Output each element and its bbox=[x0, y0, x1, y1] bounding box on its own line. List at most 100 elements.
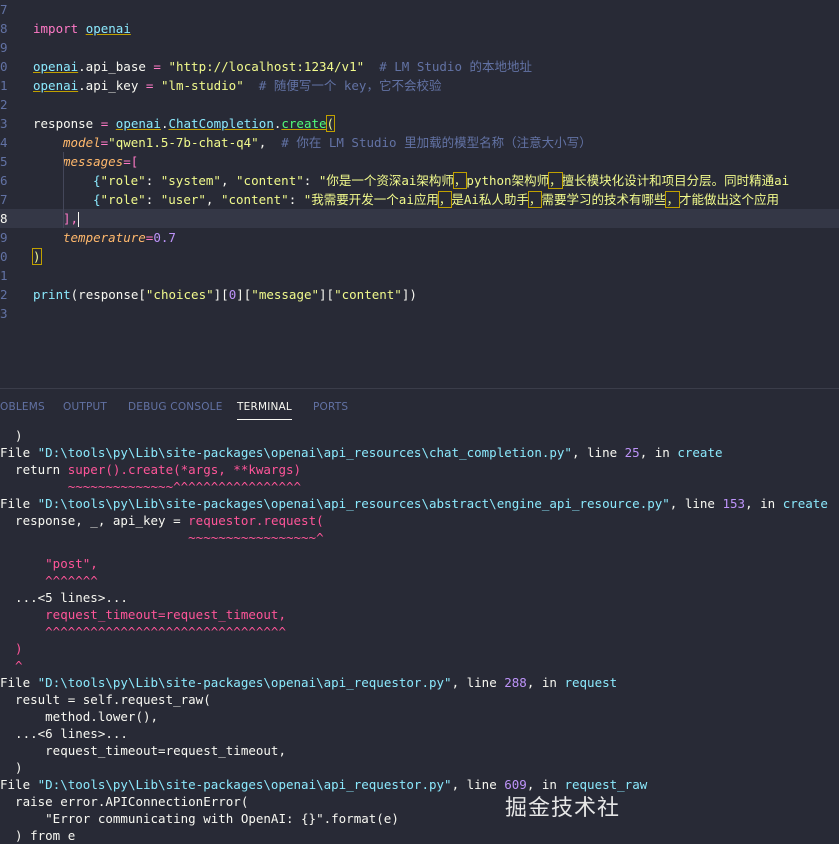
module-ref[interactable]: openai bbox=[33, 78, 78, 93]
string-literal: "choices" bbox=[145, 287, 214, 302]
error-marker: ~~~~~~~~~~~~~~~~~^ bbox=[0, 530, 324, 545]
terminal-line: raise error.APIConnectionError( bbox=[0, 794, 249, 809]
line-number: 0 bbox=[0, 59, 8, 74]
module-ref[interactable]: openai bbox=[33, 59, 78, 74]
colon: : bbox=[145, 173, 161, 188]
dict-value: 擅长模块化设计和项目分层。同时精通ai bbox=[561, 173, 790, 188]
dict-value: "system" bbox=[160, 173, 221, 188]
error-highlight: requestor.request( bbox=[188, 513, 324, 528]
file-path[interactable]: "D:\tools\py\Lib\site-packages\openai\ap… bbox=[38, 675, 452, 690]
tab-debug-console[interactable]: DEBUG CONSOLE bbox=[128, 401, 223, 413]
code-line[interactable]: 1 bbox=[0, 266, 839, 285]
code-line[interactable]: 8 import openai bbox=[0, 19, 839, 38]
code-line[interactable]: 9 bbox=[0, 38, 839, 57]
dict-key: "role" bbox=[100, 173, 146, 188]
error-marker: ^^^^^^^^^^^^^^^^^^^^^^^^^^^^^^^^ bbox=[0, 624, 286, 639]
code-line[interactable]: 3 response = openai.ChatCompletion.create… bbox=[0, 114, 839, 133]
dict-value: 是Ai私人助手 bbox=[451, 192, 529, 207]
code-line[interactable]: 9 temperature=0.7 bbox=[0, 228, 839, 247]
operator: = bbox=[123, 154, 131, 169]
terminal-text: , in bbox=[526, 675, 565, 690]
function-ref[interactable]: print bbox=[33, 287, 71, 302]
code-line[interactable]: 4 model="qwen1.5-7b-chat-q4", # 你在 LM Stu… bbox=[0, 133, 839, 152]
function-name: create bbox=[782, 496, 828, 511]
line-number-ref: 288 bbox=[504, 675, 527, 690]
dict-value: 才能做出这个应用 bbox=[678, 192, 779, 207]
terminal-text: , line bbox=[451, 777, 505, 792]
code-line[interactable]: 0 openai.api_base = "http://localhost:123… bbox=[0, 57, 839, 76]
operator: = bbox=[138, 78, 161, 93]
code-text: (response[ bbox=[70, 287, 146, 302]
tab-terminal[interactable]: TERMINAL bbox=[237, 401, 292, 420]
line-number: 3 bbox=[0, 306, 8, 321]
text-cursor bbox=[78, 212, 80, 227]
code-text: ][ bbox=[236, 287, 252, 302]
code-line[interactable]: 2 print(response["choices"][0]["message"]… bbox=[0, 285, 839, 304]
string-literal: "content" bbox=[334, 287, 402, 302]
tab-problems[interactable]: OBLEMS bbox=[0, 401, 45, 413]
line-number-ref: 153 bbox=[722, 496, 746, 511]
code-line[interactable]: 7 bbox=[0, 0, 839, 19]
line-number: 7 bbox=[0, 2, 8, 17]
tab-ports[interactable]: PORTS bbox=[313, 401, 348, 413]
function-ref[interactable]: create bbox=[281, 116, 326, 131]
terminal-line: response, _, api_key = requestor.request… bbox=[0, 512, 839, 529]
code-line[interactable]: 6 {"role": "system", "content": "你是一个资深ai… bbox=[0, 171, 839, 190]
module-ref[interactable]: openai bbox=[116, 116, 161, 131]
line-number: 2 bbox=[0, 287, 8, 302]
terminal-text: File bbox=[0, 777, 38, 792]
fullwidth-comma: ， bbox=[452, 172, 468, 189]
indent-guide bbox=[63, 152, 64, 228]
attribute: .api_key bbox=[78, 78, 139, 93]
open-paren: ( bbox=[325, 115, 336, 132]
line-number: 9 bbox=[0, 230, 8, 245]
error-marker: ^^^^^^^ bbox=[0, 573, 98, 588]
close-paren: ) bbox=[32, 248, 42, 265]
panel-tabs: OBLEMS OUTPUT DEBUG CONSOLE TERMINAL POR… bbox=[0, 389, 839, 425]
fullwidth-comma: ， bbox=[527, 191, 543, 208]
dict-value: "你是一个资深ai架构师 bbox=[318, 173, 454, 188]
line-number: 1 bbox=[0, 268, 8, 283]
code-line-active[interactable]: 8], bbox=[0, 209, 839, 228]
code-line[interactable]: 5 messages=[ bbox=[0, 152, 839, 171]
line-number: 1 bbox=[0, 78, 8, 93]
variable: response bbox=[33, 116, 94, 131]
dict-key: "content" bbox=[236, 173, 304, 188]
tab-output[interactable]: OUTPUT bbox=[63, 401, 107, 413]
dict-key: "role" bbox=[100, 192, 146, 207]
line-number: 8 bbox=[0, 21, 8, 36]
terminal-line: return super().create(*args, **kwargs) bbox=[0, 461, 839, 478]
dict-value: "user" bbox=[160, 192, 206, 207]
terminal-line: File "D:\tools\py\Lib\site-packages\open… bbox=[0, 495, 839, 512]
code-line[interactable]: 3 bbox=[0, 304, 839, 323]
open-brace: { bbox=[93, 173, 101, 188]
class-ref[interactable]: ChatCompletion bbox=[168, 116, 273, 131]
module-name[interactable]: openai bbox=[86, 21, 131, 36]
code-editor[interactable]: 7 8 import openai 9 0 openai.api_base = "h… bbox=[0, 0, 839, 388]
code-line[interactable]: 2 bbox=[0, 95, 839, 114]
string-literal: "message" bbox=[251, 287, 320, 302]
function-name: create bbox=[677, 445, 723, 460]
bottom-panel: OBLEMS OUTPUT DEBUG CONSOLE TERMINAL POR… bbox=[0, 388, 839, 844]
code-line[interactable]: 7 {"role": "user", "content": "我需要开发一个ai应… bbox=[0, 190, 839, 209]
fullwidth-comma: ， bbox=[548, 172, 563, 189]
dict-value: "我需要开发一个ai应用 bbox=[303, 192, 439, 207]
terminal-line: File "D:\tools\py\Lib\site-packages\open… bbox=[0, 674, 839, 691]
line-number: 9 bbox=[0, 40, 8, 55]
line-number: 7 bbox=[0, 192, 8, 207]
terminal-text: , in bbox=[639, 445, 678, 460]
colon: : bbox=[303, 173, 319, 188]
code-line[interactable]: 0) bbox=[0, 247, 839, 266]
dict-key: "content" bbox=[220, 192, 289, 207]
code-line[interactable]: 1 openai.api_key = "lm-studio" # 随便写一个 ke… bbox=[0, 76, 839, 95]
file-path[interactable]: "D:\tools\py\Lib\site-packages\openai\ap… bbox=[38, 496, 670, 511]
file-path[interactable]: "D:\tools\py\Lib\site-packages\openai\ap… bbox=[38, 777, 452, 792]
dict-value: 需要学习的技术有哪些 bbox=[541, 192, 667, 207]
terminal-line: "Error communicating with OpenAI: {}".fo… bbox=[0, 811, 399, 826]
error-highlight: super().create(*args, **kwargs) bbox=[67, 462, 302, 477]
error-marker: ~~~~~~~~~~~~~~^^^^^^^^^^^^^^^^^ bbox=[0, 479, 302, 494]
terminal-text: return bbox=[0, 462, 68, 477]
terminal-line: result = self.request_raw( bbox=[0, 692, 211, 707]
file-path[interactable]: "D:\tools\py\Lib\site-packages\openai\ap… bbox=[38, 445, 572, 460]
line-number: 5 bbox=[0, 154, 8, 169]
